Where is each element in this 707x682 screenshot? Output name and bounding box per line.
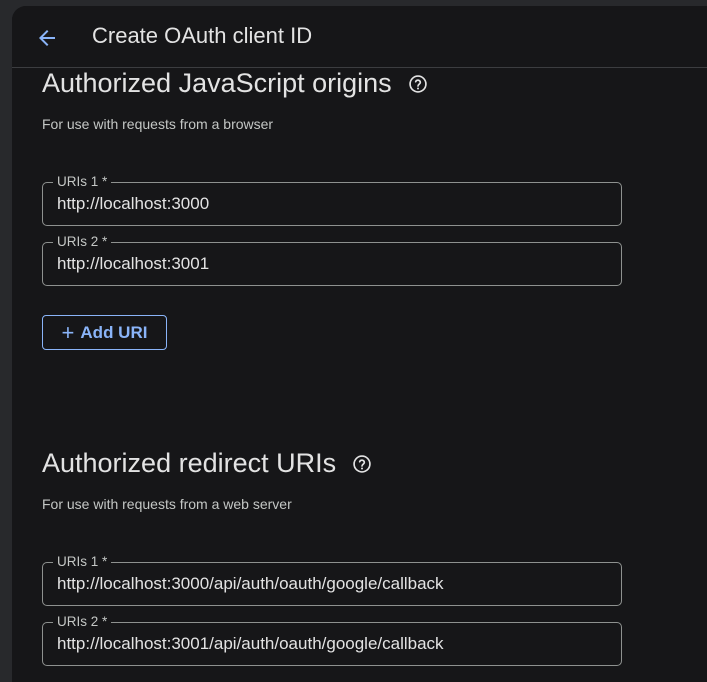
field-value[interactable]: http://localhost:3000/api/auth/oauth/goo…: [57, 574, 444, 594]
field-value[interactable]: http://localhost:3001/api/auth/oauth/goo…: [57, 634, 444, 654]
redirect-uris-subtitle: For use with requests from a web server: [42, 496, 292, 512]
field-label: URIs 2 *: [53, 614, 112, 630]
field-label: URIs 2 *: [53, 234, 112, 250]
plus-icon: +: [61, 319, 75, 345]
back-button[interactable]: [33, 24, 61, 52]
add-uri-button[interactable]: + Add URI: [42, 315, 167, 350]
arrow-left-icon: [39, 30, 55, 46]
field-label: URIs 1 *: [53, 554, 112, 570]
header-bar: Create OAuth client ID: [12, 6, 707, 68]
redirect-uris-title: Authorized redirect URIs: [42, 448, 337, 478]
js-origins-title: Authorized JavaScript origins: [42, 68, 392, 98]
js-origins-subtitle: For use with requests from a browser: [42, 116, 274, 132]
help-circle-icon[interactable]: [352, 454, 372, 474]
redirect-uri-2-field[interactable]: URIs 2 * http://localhost:3001/api/auth/…: [42, 614, 622, 666]
redirect-uri-1-field[interactable]: URIs 1 * http://localhost:3000/api/auth/…: [42, 554, 622, 606]
page-title: Create OAuth client ID: [92, 23, 313, 48]
field-label: URIs 1 *: [53, 174, 112, 190]
dialog-panel: Create OAuth client ID Authorized JavaSc…: [12, 6, 707, 682]
add-uri-label: Add URI: [80, 322, 148, 342]
field-value[interactable]: http://localhost:3000: [57, 194, 209, 214]
js-origin-uri-2-field[interactable]: URIs 2 * http://localhost:3001: [42, 234, 622, 286]
redirect-uris-heading: Authorized redirect URIs: [42, 448, 372, 479]
js-origin-uri-1-field[interactable]: URIs 1 * http://localhost:3000: [42, 174, 622, 226]
help-circle-icon[interactable]: [408, 74, 428, 94]
field-value[interactable]: http://localhost:3001: [57, 254, 209, 274]
js-origins-heading: Authorized JavaScript origins: [42, 68, 428, 99]
